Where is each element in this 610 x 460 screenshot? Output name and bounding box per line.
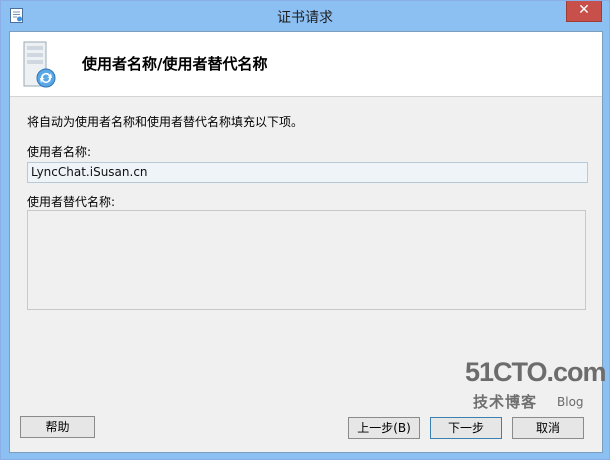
window-title: 证书请求 [277,10,333,26]
alternative-names-list[interactable] [27,210,586,310]
certificate-request-window: 证书请求 ✕ 使用者名称/使用者替代名称 将自动为使用者名称和使用者替代名称填充… [0,0,610,460]
cancel-button[interactable]: 取消 [512,417,584,439]
alternative-names-label: 使用者替代名称: [27,195,116,209]
wizard-header: 使用者名称/使用者替代名称 [10,32,602,97]
back-button[interactable]: 上一步(B) [348,417,420,439]
dialog-content: 使用者名称/使用者替代名称 将自动为使用者名称和使用者替代名称填充以下项。 使用… [9,31,603,453]
help-button[interactable]: 帮助 [20,416,95,438]
next-button[interactable]: 下一步 [430,417,502,439]
subject-name-field[interactable]: LyncChat.iSusan.cn [27,162,588,183]
subject-name-label: 使用者名称: [27,145,92,159]
title-bar[interactable]: 证书请求 ✕ [1,1,609,31]
intro-text: 将自动为使用者名称和使用者替代名称填充以下项。 [27,115,304,129]
close-button[interactable]: ✕ [566,1,602,22]
page-title: 使用者名称/使用者替代名称 [82,55,268,73]
server-certificate-icon [23,41,56,88]
